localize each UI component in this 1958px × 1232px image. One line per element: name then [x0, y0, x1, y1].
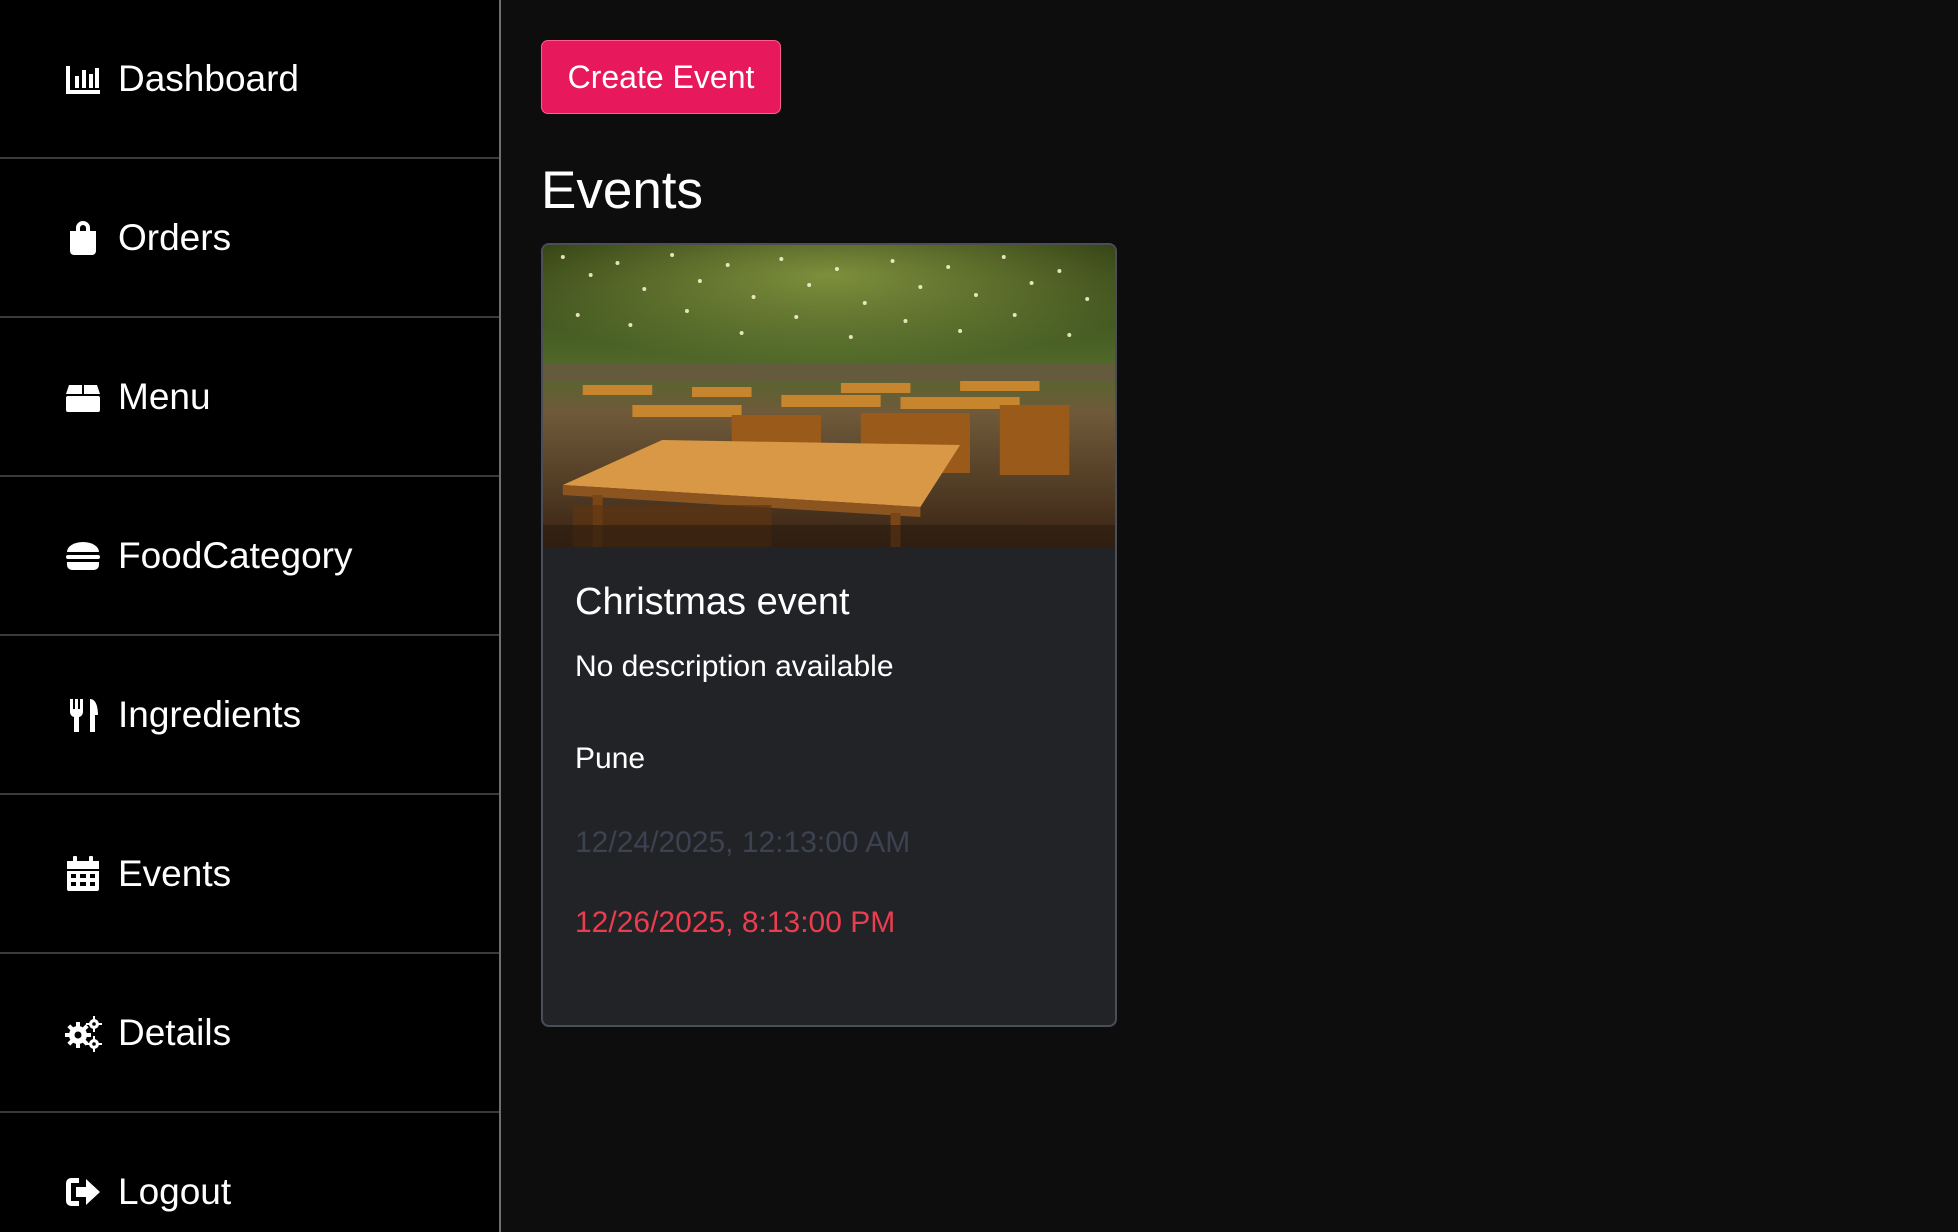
sidebar: Dashboard Orders Menu FoodCategory Ingre… [0, 0, 501, 1232]
event-description: No description available [575, 650, 894, 683]
sidebar-item-label: FoodCategory [118, 534, 353, 576]
chart-bar-icon [64, 60, 102, 98]
event-card[interactable]: Christmas event No description available… [541, 243, 1117, 1027]
sidebar-item-foodcategory[interactable]: FoodCategory [0, 477, 499, 636]
sidebar-item-label: Logout [118, 1170, 232, 1212]
sidebar-item-label: Events [118, 852, 232, 894]
box-icon [64, 378, 102, 416]
sidebar-item-events[interactable]: Events [0, 795, 499, 954]
sidebar-item-ingredients[interactable]: Ingredients [0, 636, 499, 795]
calendar-icon [64, 855, 102, 893]
sidebar-item-orders[interactable]: Orders [0, 159, 499, 318]
sidebar-item-dashboard[interactable]: Dashboard [0, 0, 499, 159]
main-content: Create Event Events Christmas event No d… [541, 0, 1958, 1232]
sidebar-item-details[interactable]: Details [0, 954, 499, 1113]
sidebar-item-label: Dashboard [118, 57, 300, 99]
sidebar-item-label: Ingredients [118, 693, 302, 735]
event-location: Pune [575, 742, 646, 775]
sidebar-item-menu[interactable]: Menu [0, 318, 499, 477]
utensils-icon [64, 696, 102, 734]
create-event-button[interactable]: Create Event [541, 40, 781, 114]
page-title: Events [541, 161, 704, 220]
sidebar-item-label: Orders [118, 216, 232, 258]
gears-icon [64, 1014, 102, 1052]
event-end-date: 12/26/2025, 8:13:00 PM [575, 906, 896, 939]
event-title: Christmas event [575, 581, 850, 623]
sidebar-item-label: Menu [118, 375, 211, 417]
shopping-bag-icon [64, 219, 102, 257]
event-start-date: 12/24/2025, 12:13:00 AM [575, 826, 911, 859]
sidebar-item-label: Details [118, 1011, 232, 1053]
event-image [543, 245, 1115, 547]
sidebar-item-logout[interactable]: Logout [0, 1113, 499, 1232]
sign-out-icon [64, 1173, 102, 1211]
hamburger-icon [64, 537, 102, 575]
